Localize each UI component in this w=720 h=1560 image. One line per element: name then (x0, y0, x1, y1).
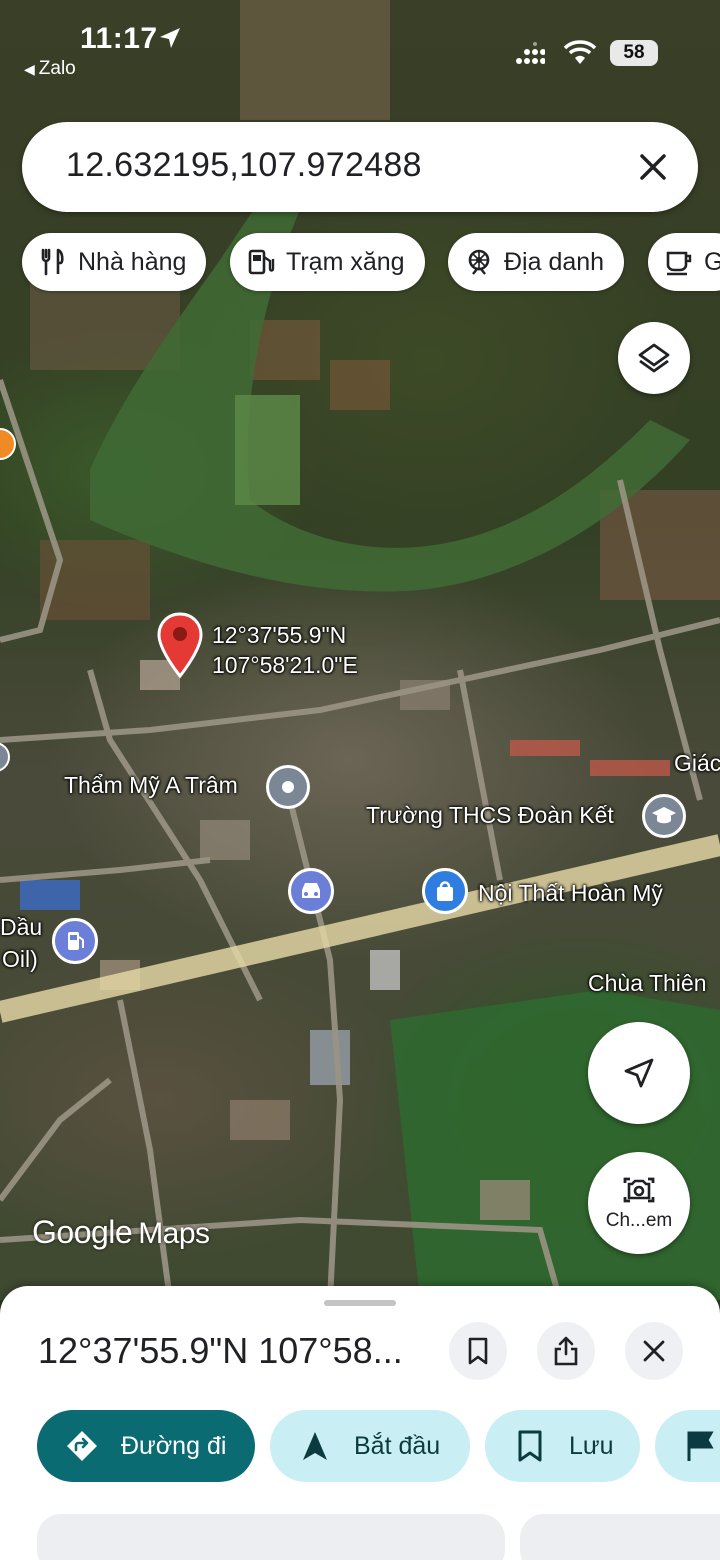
chip-restaurant-label: Nhà hàng (78, 247, 187, 276)
search-input[interactable]: 12.632195,107.972488 (66, 146, 422, 185)
back-triangle-icon: ◀ (24, 61, 35, 77)
chip-gas-station-label: Trạm xăng (286, 247, 405, 276)
info-card[interactable] (520, 1514, 720, 1560)
gas-station-icon (248, 249, 275, 275)
save-bookmark-button[interactable] (449, 1322, 507, 1380)
pin-latitude: 12°37'55.9"N (212, 622, 347, 648)
watermark-google: Google (32, 1214, 133, 1250)
bookmark-icon (518, 1430, 542, 1462)
poi-label-tham-my[interactable]: Thẩm Mỹ A Trâm (64, 772, 238, 799)
info-card[interactable] (37, 1514, 505, 1560)
wifi-icon (563, 40, 597, 64)
status-time: 11:17 (80, 22, 158, 55)
gas-station-icon[interactable] (52, 918, 98, 964)
poi-pin-icon[interactable] (266, 765, 310, 809)
poi-label-truong[interactable]: Trường THCS Đoàn Kết (366, 802, 614, 829)
navigation-arrow-icon (303, 1432, 327, 1460)
restaurant-icon (41, 248, 64, 276)
poi-label-noi-that[interactable]: Nội Thất Hoàn Mỹ (478, 880, 663, 907)
chip-landmark[interactable]: Địa danh (448, 233, 625, 291)
camera-button-label: Ch...em (605, 1210, 673, 1231)
label-button[interactable] (655, 1410, 720, 1482)
close-sheet-button[interactable] (625, 1322, 683, 1380)
directions-icon (67, 1431, 97, 1461)
bookmark-icon (468, 1337, 488, 1365)
cellular-signal-icon (516, 42, 545, 64)
my-location-button[interactable] (588, 1022, 690, 1124)
share-icon (554, 1336, 578, 1366)
watermark-maps: Maps (138, 1217, 210, 1250)
search-bar[interactable]: 12.632195,107.972488 (22, 122, 698, 212)
share-button[interactable] (537, 1322, 595, 1380)
category-chips: Nhà hàng Trạm xăng Địa danh G (22, 233, 720, 291)
clear-search-icon[interactable] (634, 148, 672, 186)
status-bar: 11:17 ◀ Zalo 58 (0, 0, 720, 90)
back-app-label: Zalo (38, 58, 76, 79)
place-title: 12°37'55.9"N 107°58... (38, 1330, 403, 1371)
pin-longitude: 107°58'21.0"E (212, 652, 358, 678)
school-icon[interactable] (642, 794, 686, 838)
camera-icon (623, 1177, 655, 1203)
google-maps-watermark: Google Maps (32, 1214, 210, 1251)
pin-coordinate-label: 12°37'55.9"N 107°58'21.0"E (212, 620, 358, 680)
poi-label-giao[interactable]: Giác (674, 750, 720, 777)
chip-restaurant[interactable]: Nhà hàng (22, 233, 207, 291)
chip-landmark-label: Địa danh (504, 247, 605, 276)
poi-label-oil[interactable]: Oil) (2, 946, 38, 973)
camera-search-button[interactable]: Ch...em (588, 1152, 690, 1254)
save-button[interactable]: Lưu (485, 1410, 640, 1482)
directions-label: Đường đi (121, 1431, 227, 1460)
save-label: Lưu (569, 1431, 614, 1460)
chip-coffee[interactable]: G (648, 233, 720, 291)
location-arrow-icon (160, 28, 180, 48)
start-label: Bắt đầu (354, 1431, 441, 1460)
back-to-app-link[interactable]: ◀ Zalo (24, 58, 76, 80)
layers-icon (638, 343, 670, 373)
navigation-arrow-icon (624, 1058, 654, 1088)
layers-button[interactable] (618, 322, 690, 394)
poi-label-chua[interactable]: Chùa Thiên (588, 970, 707, 997)
landmark-icon (468, 249, 490, 275)
car-service-icon[interactable] (288, 868, 334, 914)
location-pin-icon[interactable] (156, 612, 204, 680)
shopping-bag-icon[interactable] (422, 868, 468, 914)
place-bottom-sheet[interactable]: 12°37'55.9"N 107°58... Đường đi Bắt đầu (0, 1286, 720, 1560)
sheet-drag-handle[interactable] (324, 1300, 396, 1306)
chip-gas-station[interactable]: Trạm xăng (230, 233, 425, 291)
coffee-icon (666, 251, 692, 276)
battery-indicator: 58 (610, 40, 658, 66)
poi-label-dau[interactable]: Dầu (0, 914, 42, 941)
chip-coffee-label: G (704, 247, 720, 276)
close-icon (643, 1340, 665, 1362)
directions-button[interactable]: Đường đi (37, 1410, 255, 1482)
start-button[interactable]: Bắt đầu (270, 1410, 470, 1482)
flag-icon (687, 1431, 714, 1461)
